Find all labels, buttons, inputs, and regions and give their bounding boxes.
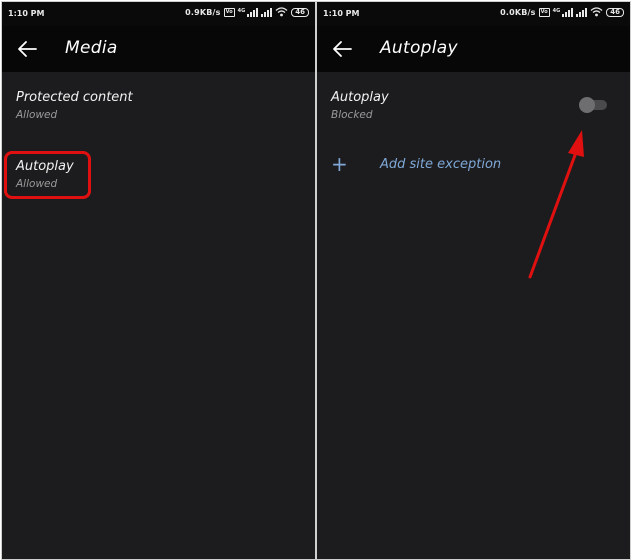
arrow-left-icon[interactable] (331, 39, 353, 59)
volte-icon: Vo (223, 7, 235, 17)
signal-icon: 4G (237, 7, 259, 17)
battery-icon: 46 (291, 7, 309, 17)
setting-item-protected-content[interactable]: Protected content Allowed (16, 90, 133, 121)
status-bar: 1:10 PM 0.9KB/s Vo 4G 46 (2, 2, 315, 26)
app-bar: Autoplay (317, 26, 630, 72)
setting-item-autoplay[interactable]: Autoplay Blocked (331, 90, 389, 121)
network-speed: 0.9KB/s (185, 7, 221, 17)
wifi-icon (590, 7, 603, 17)
arrow-left-icon[interactable] (16, 39, 38, 59)
network-type: 4G (237, 7, 246, 14)
network-type: 4G (552, 7, 561, 14)
signal-icon: 4G (552, 7, 574, 17)
setting-status: Blocked (331, 109, 373, 121)
setting-title: Protected content (16, 90, 133, 105)
signal-icon-2 (576, 7, 588, 17)
volte-icon: Vo (538, 7, 550, 17)
network-speed: 0.0KB/s (500, 7, 536, 17)
add-site-exception-button[interactable]: + Add site exception (331, 154, 501, 174)
status-time: 1:10 PM (323, 9, 360, 18)
setting-status: Allowed (16, 109, 58, 121)
plus-icon: + (331, 152, 348, 176)
page-title: Media (65, 38, 118, 58)
media-screen: 1:10 PM 0.9KB/s Vo 4G 46 Media Protected… (1, 1, 316, 560)
annotation-arrow (528, 130, 584, 279)
battery-icon: 46 (606, 7, 624, 17)
page-title: Autoplay (380, 38, 458, 58)
wifi-icon (275, 7, 288, 17)
signal-icon-2 (261, 7, 273, 17)
status-icons: 0.9KB/s Vo 4G 46 (185, 7, 309, 17)
toggle-thumb (579, 97, 595, 113)
status-time: 1:10 PM (8, 9, 45, 18)
setting-title: Autoplay (331, 90, 389, 105)
add-site-exception-label: Add site exception (380, 156, 502, 172)
status-bar: 1:10 PM 0.0KB/s Vo 4G 46 (317, 2, 630, 26)
app-bar: Media (2, 26, 315, 72)
status-icons: 0.0KB/s Vo 4G 46 (500, 7, 624, 17)
highlight-box (4, 151, 91, 199)
autoplay-toggle[interactable] (579, 96, 607, 114)
